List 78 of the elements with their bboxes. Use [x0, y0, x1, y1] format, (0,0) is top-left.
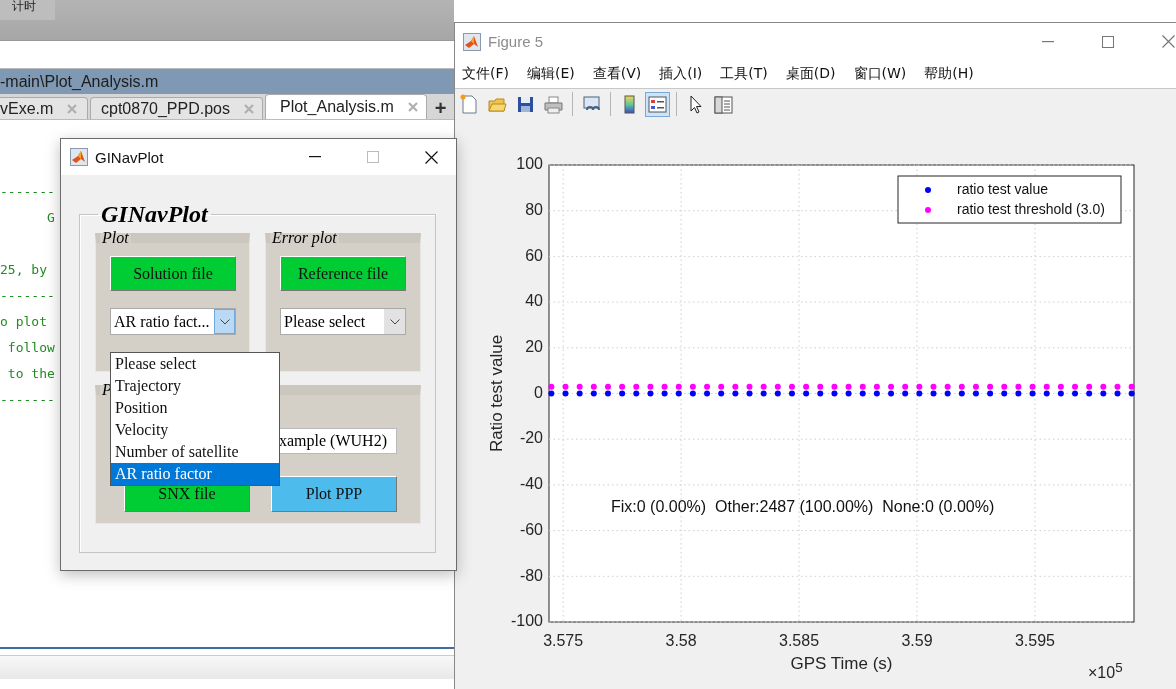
y-tick-label: -100: [510, 612, 543, 630]
figure-icon: [463, 32, 481, 51]
y-axis-label: Ratio test value: [487, 334, 506, 453]
dropdown-option[interactable]: Position: [111, 397, 279, 419]
new-tab-button[interactable]: +: [428, 97, 453, 119]
code-line: -------: [0, 183, 55, 201]
editor-tab[interactable]: vExe.m: [0, 97, 88, 119]
y-tick-label: 20: [525, 338, 543, 356]
legend-icon[interactable]: [648, 96, 667, 112]
close-icon[interactable]: [425, 150, 438, 164]
y-tick-label: -40: [519, 475, 543, 493]
dropdown-option[interactable]: Please select: [111, 353, 279, 375]
menu-item[interactable]: 桌面(D): [785, 65, 854, 83]
menu-item[interactable]: 窗口(W): [853, 65, 925, 83]
folder-icon[interactable]: [488, 98, 507, 111]
y-tick-label: 0: [534, 383, 543, 401]
x-tick-label: 3.595: [1014, 632, 1055, 649]
maximize-icon[interactable]: [1102, 35, 1114, 48]
code-line: -------: [0, 287, 55, 305]
window-title: Figure 5: [488, 33, 545, 50]
x-tick-label: 3.585: [779, 632, 820, 649]
address-bar[interactable]: [0, 40, 454, 69]
y-tick-label: -80: [519, 566, 543, 584]
menu-item[interactable]: 工具(T): [720, 65, 786, 83]
y-tick-label: 40: [525, 292, 543, 310]
code-line: o plot: [0, 313, 47, 331]
menu-item[interactable]: 文件(F): [462, 65, 527, 83]
x-tick-label: 3.58: [665, 632, 697, 649]
y-tick-label: 60: [525, 246, 543, 264]
toolstrip-label[interactable]: 计时: [0, 0, 55, 20]
station-input-field[interactable]: xample (WUH2): [278, 428, 397, 454]
file-button[interactable]: Reference file: [280, 256, 406, 291]
code-line: -------: [0, 391, 55, 409]
app-icon: [70, 148, 88, 166]
x-tick-label: 3.59: [901, 632, 933, 649]
dropdown[interactable]: AR ratio fact...: [110, 308, 236, 335]
x-axis-label: GPS Time (s): [790, 654, 893, 673]
panel-title: Plot: [101, 230, 130, 246]
menu-item[interactable]: 帮助(H): [924, 65, 992, 83]
editor-tab[interactable]: cpt0870_PPD.pos: [90, 97, 263, 119]
stats-text: Fix:0 (0.00%) Other:2487 (100.00%) None:0 (0.00%): [611, 497, 995, 515]
legend-label: ratio test threshold (3.0): [957, 200, 1105, 217]
property-editor-icon[interactable]: [714, 96, 733, 113]
x-tick-label: 3.575: [543, 632, 584, 649]
dropdown-option[interactable]: Number of satellite: [111, 441, 279, 463]
panel-title: Error plot: [271, 230, 338, 246]
code-line: follow: [6, 339, 55, 357]
pointer-icon[interactable]: [690, 95, 702, 113]
window-title: GINavPlot: [95, 148, 165, 166]
dropdown[interactable]: Please select: [280, 308, 406, 335]
chevron-down-icon[interactable]: [219, 318, 230, 325]
chevron-down-icon[interactable]: [389, 318, 400, 325]
minimize-icon[interactable]: [309, 156, 321, 158]
dropdown-option[interactable]: AR ratio factor: [111, 463, 279, 485]
y-tick-label: -60: [519, 520, 543, 538]
menu-item[interactable]: 编辑(E): [527, 65, 593, 83]
file-button[interactable]: Solution file: [110, 256, 236, 291]
axis-exponent: ×10$^{5}$: [1088, 660, 1123, 679]
code-line: G: [45, 209, 55, 227]
colorbar-icon[interactable]: [624, 95, 635, 113]
code-line: to the: [6, 365, 55, 383]
menu-item[interactable]: 插入(I): [659, 65, 721, 83]
dropdown-option[interactable]: Trajectory: [111, 375, 279, 397]
linked-plot-icon[interactable]: [583, 96, 600, 111]
frame-title: GINavPlot: [100, 202, 210, 226]
menu-item[interactable]: 查看(V): [592, 65, 660, 83]
file-path-bar: -main\Plot_Analysis.m: [0, 69, 454, 94]
toolbar-button[interactable]: [645, 91, 670, 117]
code-line: 25, by: [0, 261, 47, 279]
legend-label: ratio test value: [957, 180, 1049, 197]
y-tick-label: 80: [525, 200, 543, 218]
editor-tab[interactable]: Plot_Analysis.m: [265, 94, 427, 119]
y-tick-label: -20: [519, 429, 543, 447]
save-icon[interactable]: [518, 96, 533, 112]
y-tick-label: 100: [516, 155, 543, 173]
plot-button[interactable]: Plot PPP: [271, 476, 397, 512]
printer-icon[interactable]: [544, 96, 563, 113]
dropdown-option[interactable]: Velocity: [111, 419, 279, 441]
